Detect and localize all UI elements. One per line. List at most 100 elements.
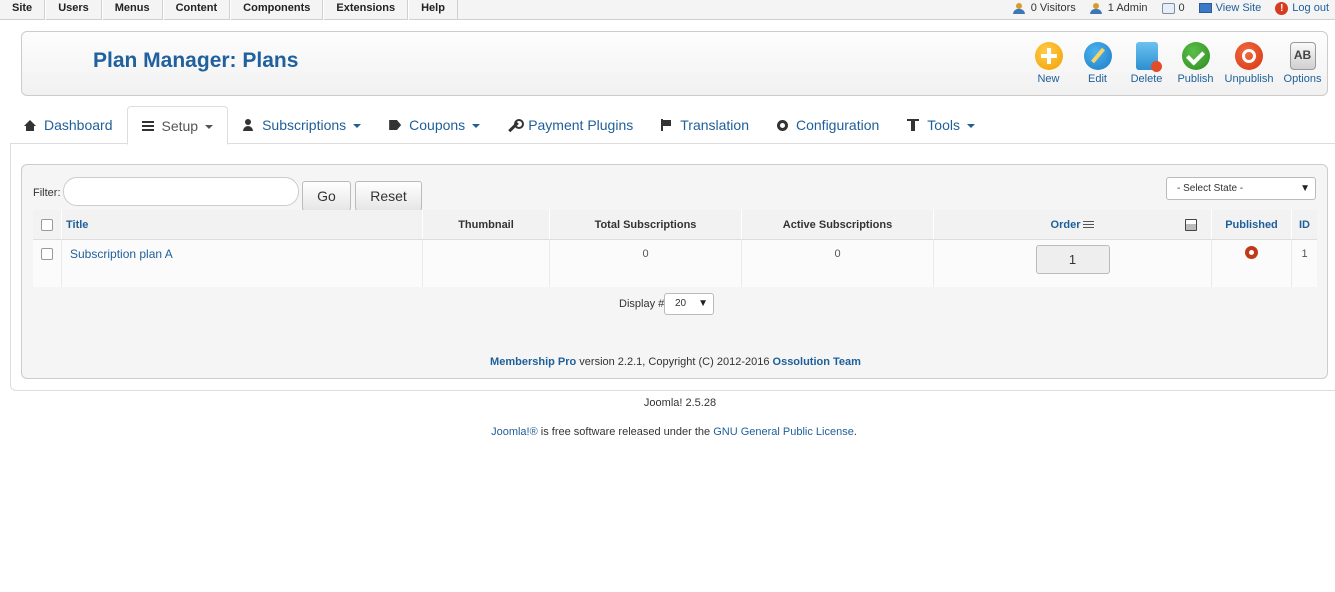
row-id: 1 <box>1301 248 1308 260</box>
top-menu-extensions[interactable]: Extensions <box>323 0 409 20</box>
admins-status: 1 Admin <box>1089 2 1148 14</box>
top-menu-content[interactable]: Content <box>162 0 231 20</box>
select-all-cell <box>33 210 62 239</box>
visitors-status: 0 Visitors <box>1012 2 1076 14</box>
gear-icon <box>777 119 788 131</box>
joomla-link[interactable]: Joomla!® <box>491 426 538 438</box>
save-icon <box>1185 219 1197 232</box>
tab-payment-plugins[interactable]: Payment Plugins <box>494 106 647 144</box>
table-header: Title Thumbnail Total Subscriptions Acti… <box>33 210 1317 240</box>
state-select[interactable]: - Select State - ▼ <box>1166 177 1316 200</box>
select-all-checkbox[interactable] <box>41 219 53 231</box>
top-menu-menus[interactable]: Menus <box>101 0 163 20</box>
page-title: Plan Manager: Plans <box>93 49 299 72</box>
row-checkbox-cell <box>33 240 62 287</box>
tab-tools[interactable]: Tools <box>893 106 989 144</box>
display-limit-select[interactable]: 20 ▼ <box>664 293 714 315</box>
tab-setup[interactable]: Setup <box>126 106 229 145</box>
logout-label[interactable]: Log out <box>1292 2 1329 14</box>
tab-payment-plugins-label: Payment Plugins <box>528 117 634 133</box>
thumbnail-header: Thumbnail <box>423 210 550 239</box>
chevron-down-icon <box>205 124 214 129</box>
page-header: Plan Manager: Plans New Edit Delete Publ… <box>21 31 1328 96</box>
messages-status[interactable]: 0 <box>1161 2 1185 14</box>
edit-button[interactable]: Edit <box>1073 40 1122 85</box>
top-menu: Site Users Menus Content Components Exte… <box>0 0 458 20</box>
view-site-link[interactable]: View Site <box>1198 2 1262 14</box>
display-limit-value: 20 <box>675 298 687 309</box>
new-icon <box>1034 42 1063 70</box>
tools-icon <box>907 119 920 131</box>
title-header[interactable]: Title <box>62 210 423 239</box>
plan-title-link[interactable]: Subscription plan A <box>70 247 173 261</box>
order-header-label: Order <box>1050 219 1081 231</box>
admin-top-bar: Site Users Menus Content Components Exte… <box>0 0 1335 20</box>
options-button[interactable]: AB Options <box>1278 40 1327 85</box>
active-subscriptions-header: Active Subscriptions <box>742 210 934 239</box>
table-row: Subscription plan A 0 0 1 1 <box>33 240 1317 287</box>
joomla-version: Joomla! 2.5.28 <box>643 397 717 409</box>
filter-label: Filter: <box>33 187 61 199</box>
unpublish-label: Unpublish <box>1224 73 1274 85</box>
wrench-icon <box>508 119 525 131</box>
row-total-subscriptions: 0 <box>550 240 742 287</box>
license-link[interactable]: GNU General Public License <box>713 426 854 438</box>
go-button[interactable]: Go <box>302 181 351 211</box>
row-checkbox[interactable] <box>41 248 53 260</box>
publish-button[interactable]: Publish <box>1171 40 1220 85</box>
save-order-button[interactable] <box>1185 210 1197 240</box>
tab-subscriptions[interactable]: Subscriptions <box>228 106 375 144</box>
top-menu-components[interactable]: Components <box>230 0 324 20</box>
state-select-value: - Select State - <box>1177 183 1244 194</box>
new-button[interactable]: New <box>1024 40 1073 85</box>
tab-dashboard[interactable]: Dashboard <box>10 106 127 144</box>
tab-configuration[interactable]: Configuration <box>763 106 893 144</box>
visitors-count: 0 Visitors <box>1030 2 1076 14</box>
status-area: 0 Visitors 1 Admin 0 View Site ! Log out <box>999 0 1329 16</box>
view-site-label[interactable]: View Site <box>1216 2 1262 14</box>
sort-icon <box>1083 220 1095 230</box>
tab-translation[interactable]: Translation <box>647 106 763 144</box>
reset-button[interactable]: Reset <box>355 181 422 211</box>
new-label: New <box>1037 73 1060 85</box>
license-end: . <box>853 426 857 438</box>
tab-dashboard-label: Dashboard <box>44 117 113 133</box>
total-subscriptions-header: Total Subscriptions <box>550 210 742 239</box>
order-header[interactable]: Order <box>934 210 1212 239</box>
chevron-down-icon <box>472 124 481 128</box>
order-input[interactable]: 1 <box>1035 245 1110 274</box>
display-label: Display # <box>619 298 665 310</box>
logout-link[interactable]: ! Log out <box>1275 1 1329 15</box>
id-header[interactable]: ID <box>1292 210 1317 239</box>
tab-configuration-label: Configuration <box>796 117 880 133</box>
top-menu-site[interactable]: Site <box>0 0 46 20</box>
row-active-subscriptions: 0 <box>742 240 934 287</box>
edit-label: Edit <box>1088 73 1107 85</box>
chevron-down-icon <box>966 124 975 128</box>
team-link[interactable]: Ossolution Team <box>773 356 861 368</box>
publish-icon <box>1181 42 1210 70</box>
top-menu-help[interactable]: Help <box>408 0 458 20</box>
unpublish-button[interactable]: Unpublish <box>1220 40 1278 85</box>
delete-label: Delete <box>1130 73 1163 85</box>
row-thumbnail <box>423 240 550 287</box>
license-text: is free software released under the <box>537 426 714 438</box>
row-order-cell: 1 <box>934 240 1212 287</box>
filter-input[interactable] <box>63 177 299 206</box>
edit-icon <box>1083 42 1112 70</box>
options-label: Options <box>1283 73 1322 85</box>
plans-panel: Filter: Go Reset - Select State - ▼ Titl… <box>21 164 1328 379</box>
tags-icon <box>389 120 402 130</box>
top-menu-users[interactable]: Users <box>45 0 102 20</box>
product-link[interactable]: Membership Pro <box>490 356 576 368</box>
unpublish-icon <box>1235 42 1263 70</box>
published-header[interactable]: Published <box>1212 210 1292 239</box>
flag-icon <box>661 119 672 131</box>
published-toggle-icon[interactable] <box>1245 246 1258 259</box>
admins-count: 1 Admin <box>1107 2 1148 14</box>
tab-coupons[interactable]: Coupons <box>375 106 494 144</box>
delete-icon <box>1135 42 1162 72</box>
delete-button[interactable]: Delete <box>1122 40 1171 85</box>
main-nav-tabs: Dashboard Setup Subscriptions Coupons Pa… <box>10 106 1335 145</box>
admin-user-icon <box>1089 2 1104 14</box>
